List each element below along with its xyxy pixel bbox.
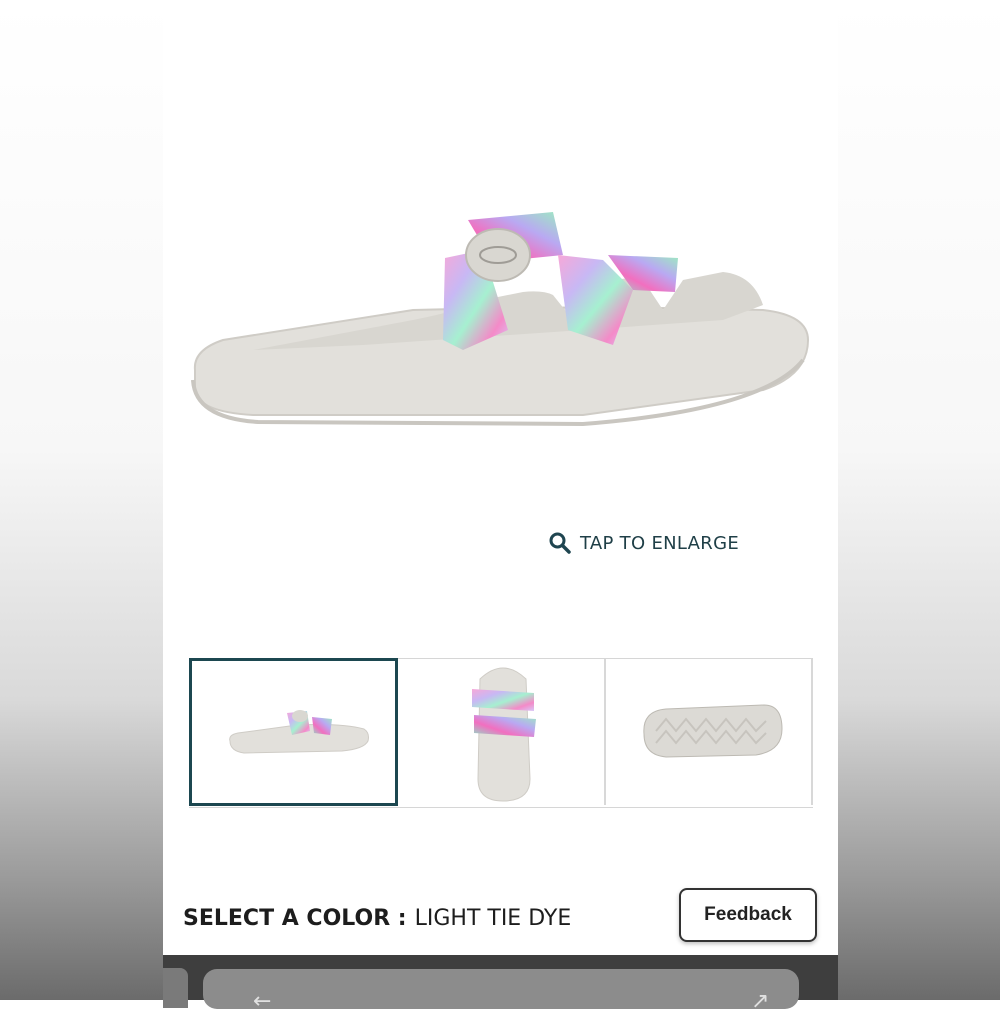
- thumbnail-top-view[interactable]: [398, 659, 606, 805]
- background-blur-right: [838, 0, 1000, 1000]
- search-icon: [549, 532, 571, 554]
- thumbnail-strip: [189, 658, 813, 808]
- color-selector[interactable]: SELECT A COLOR : LIGHT TIE DYE: [183, 900, 571, 936]
- product-image[interactable]: [163, 180, 838, 460]
- browser-bottom-bar: ← ↗: [163, 955, 838, 1014]
- share-icon[interactable]: ↗: [751, 989, 769, 1014]
- arrow-icon[interactable]: ←: [253, 989, 271, 1014]
- product-page: TAP TO ENLARGE SELECT A COLOR: LIGHT TI…: [163, 0, 838, 955]
- color-selector-label: SELECT A COLOR :: [183, 905, 407, 931]
- feedback-button[interactable]: Feedback: [679, 888, 817, 942]
- address-bar[interactable]: ← ↗: [203, 969, 799, 1014]
- color-selector-value: LIGHT TIE DYE: [414, 905, 572, 931]
- thumbnail-side-view[interactable]: [189, 658, 399, 806]
- tap-to-enlarge-button[interactable]: TAP TO ENLARGE: [548, 529, 739, 557]
- tab-stub[interactable]: [163, 968, 188, 1008]
- background-blur-left: [0, 0, 163, 1000]
- thumbnail-sole-view[interactable]: [605, 659, 813, 805]
- tap-to-enlarge-label: TAP TO ENLARGE: [580, 532, 739, 554]
